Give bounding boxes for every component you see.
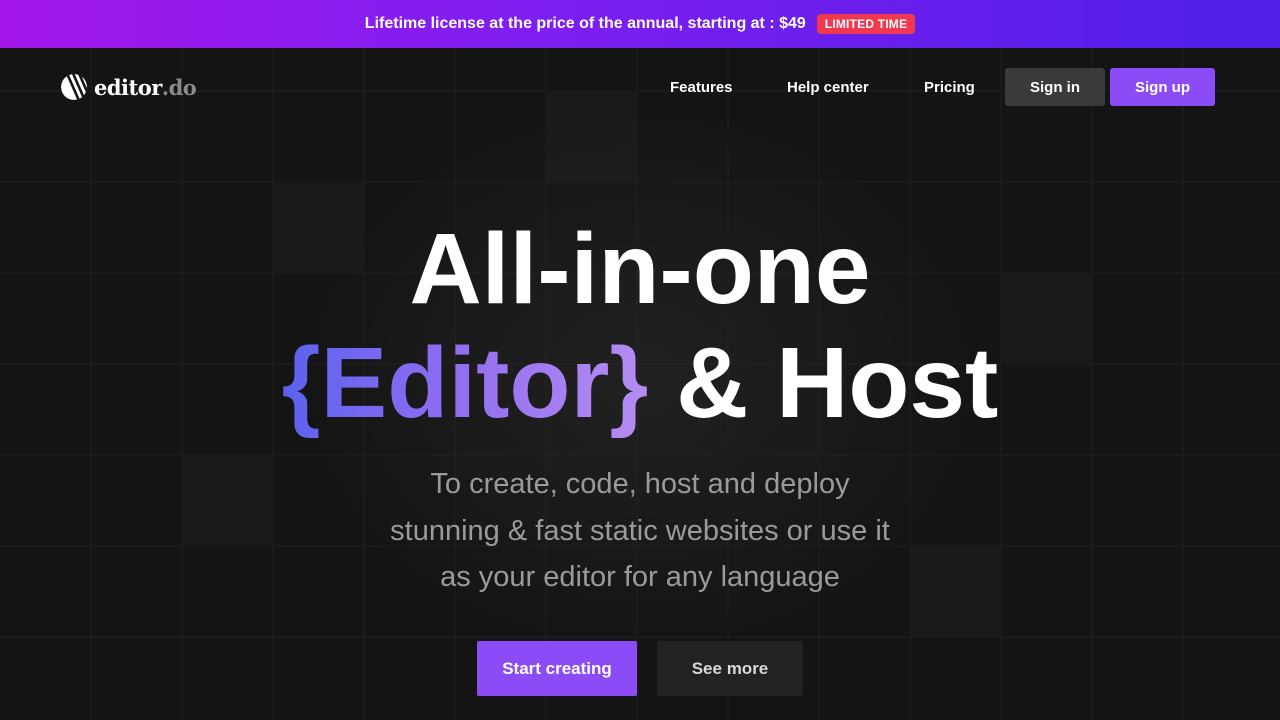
sign-in-button[interactable]: Sign in [1005, 68, 1105, 106]
brand-logo[interactable]: editor .do [60, 72, 197, 102]
see-more-button[interactable]: See more [657, 641, 803, 696]
promo-text: Lifetime license at the price of the ann… [364, 15, 806, 32]
hero-title-line-2: {Editor} & Host [0, 328, 1280, 438]
promo-banner[interactable]: Lifetime license at the price of the ann… [0, 0, 1280, 48]
slanted-stripes-logo-icon [61, 74, 87, 100]
sign-up-button[interactable]: Sign up [1110, 68, 1215, 106]
nav-features-link[interactable]: Features [670, 78, 733, 98]
start-creating-button[interactable]: Start creating [477, 641, 637, 696]
landing-page: Lifetime license at the price of the ann… [0, 0, 1280, 720]
brand-tld: .do [161, 74, 197, 100]
hero-subtitle: To create, code, host and deploy stunnin… [340, 461, 940, 601]
nav-pricing-link[interactable]: Pricing [924, 78, 975, 98]
hero-subtitle-line: To create, code, host and deploy [430, 468, 850, 500]
hero-subtitle-line: stunning & fast static websites or use i… [390, 514, 890, 547]
brand-name: editor [94, 74, 162, 100]
hero-title-line-1: All-in-one [409, 213, 871, 325]
nav-help-center-link[interactable]: Help center [787, 78, 869, 98]
hero-subtitle-line: as your editor for any language [440, 561, 840, 593]
hero-title-accent: {Editor} [281, 327, 649, 439]
hero-title-rest: & Host [648, 327, 999, 439]
limited-time-badge: LIMITED TIME [816, 14, 916, 34]
